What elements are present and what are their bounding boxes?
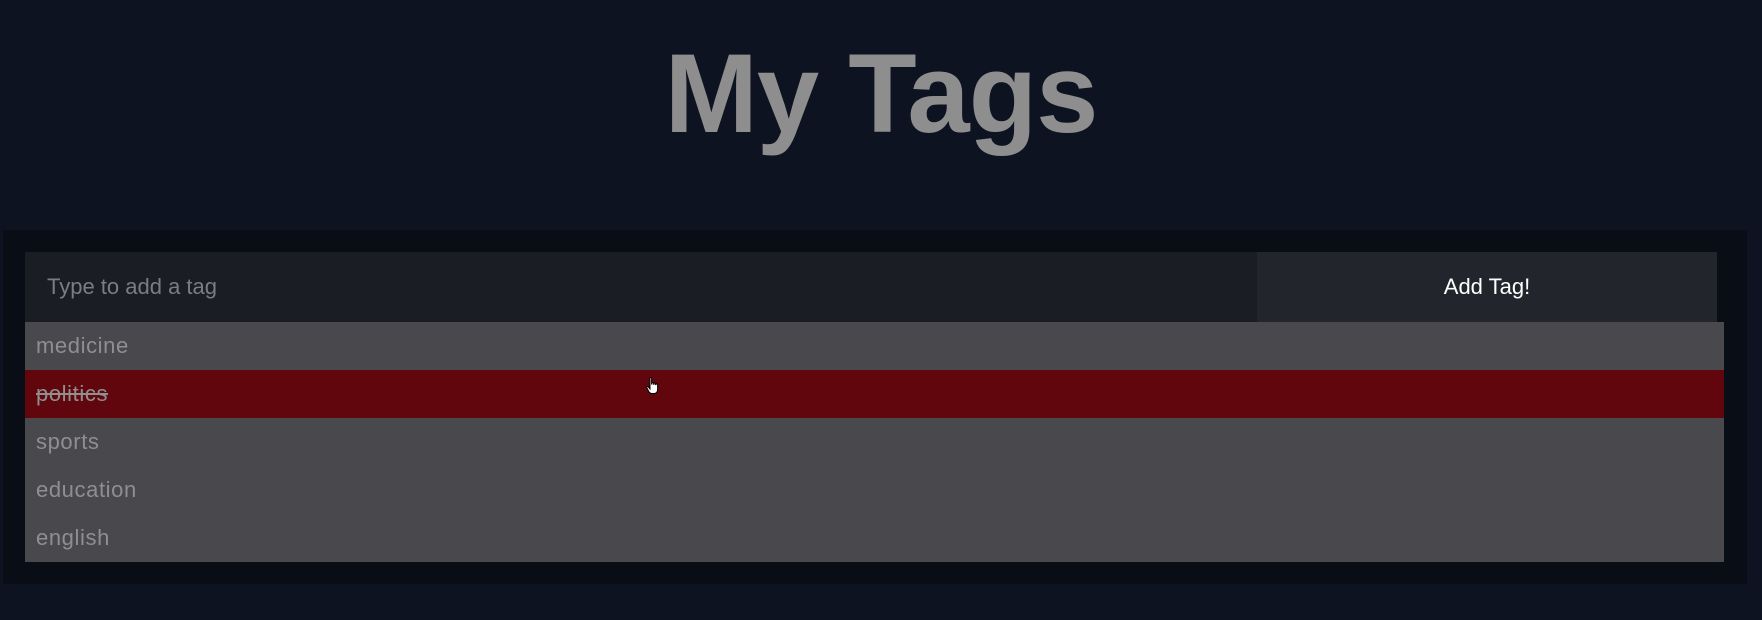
tag-label: sports bbox=[36, 429, 100, 454]
page-title: My Tags bbox=[664, 31, 1099, 156]
tag-label: politics bbox=[36, 381, 109, 406]
tag-item-education[interactable]: education bbox=[25, 466, 1724, 514]
tag-item-politics[interactable]: politics bbox=[25, 370, 1724, 418]
tag-item-medicine[interactable]: medicine bbox=[25, 322, 1724, 370]
tag-item-sports[interactable]: sports bbox=[25, 418, 1724, 466]
add-tag-button[interactable]: Add Tag! bbox=[1257, 252, 1717, 322]
add-tag-form: Add Tag! bbox=[25, 252, 1717, 322]
tag-panel: Add Tag! medicine politics sports educat… bbox=[3, 230, 1747, 584]
tag-input[interactable] bbox=[25, 252, 1257, 322]
hand-pointer-icon bbox=[646, 377, 659, 394]
tag-label: medicine bbox=[36, 333, 129, 358]
tag-label: english bbox=[36, 525, 110, 550]
tag-list: medicine politics sports education engli… bbox=[25, 322, 1724, 562]
tag-label: education bbox=[36, 477, 137, 502]
tag-item-english[interactable]: english bbox=[25, 514, 1724, 562]
